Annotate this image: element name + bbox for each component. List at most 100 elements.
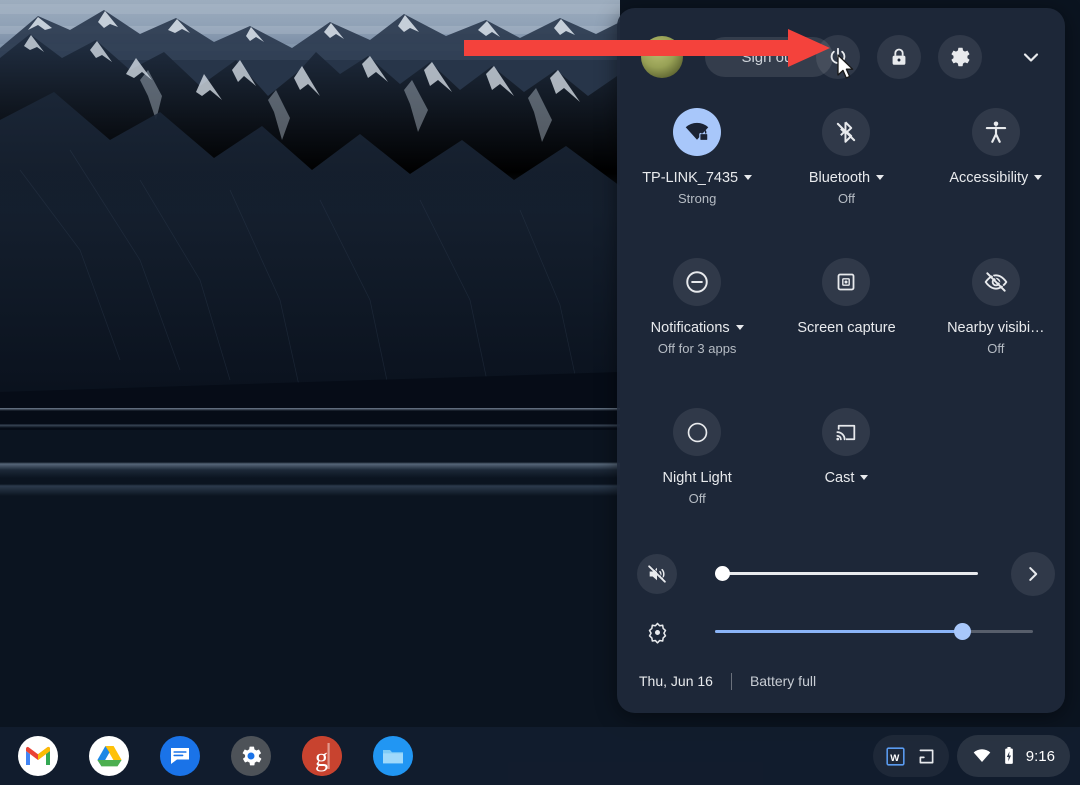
tile-label: TP-LINK_7435 — [642, 169, 753, 188]
battery-status-label[interactable]: Battery full — [750, 673, 816, 689]
tile-label: Screen capture — [797, 320, 896, 336]
wallpaper-mountains — [0, 0, 620, 430]
tile-sublabel: Strong — [678, 191, 717, 206]
sign-out-button[interactable]: Sign out — [705, 37, 833, 77]
google-drive-icon — [96, 746, 122, 767]
quick-settings-footer: Thu, Jun 16 Battery full — [617, 649, 1065, 713]
volume-slider-thumb[interactable] — [715, 566, 730, 581]
wifi-locked-icon — [685, 122, 709, 142]
shelf-app-gmail[interactable] — [18, 736, 58, 776]
tile-accessibility[interactable]: Accessibility — [927, 100, 1065, 250]
clock-label: 9:16 — [1025, 747, 1055, 765]
power-button[interactable] — [816, 35, 860, 79]
svg-text:g: g — [315, 743, 328, 772]
tile-screen-capture[interactable]: Screen capture — [777, 250, 915, 400]
word-document-icon: W — [886, 746, 905, 766]
moon-icon — [687, 422, 707, 442]
shelf-app-groovypost[interactable]: g — [302, 736, 342, 776]
gear-icon — [242, 746, 262, 766]
bluetooth-off-icon — [837, 121, 856, 143]
screen-capture-icon — [838, 273, 855, 291]
tile-label: Bluetooth — [809, 169, 885, 188]
brightness-slider-thumb[interactable] — [954, 623, 971, 640]
svg-text:W: W — [890, 752, 900, 763]
tile-nearby-visibility[interactable]: Nearby visibi… Off — [927, 250, 1065, 400]
screen-capture-tile-icon-bg — [822, 258, 871, 306]
brightness-slider-fill — [715, 630, 963, 633]
avatar[interactable] — [641, 36, 683, 78]
tray-window-buttons[interactable]: W — [873, 735, 949, 777]
shelf-app-google-drive[interactable] — [89, 736, 129, 776]
tile-label: Cast — [825, 469, 869, 488]
footer-divider — [730, 672, 732, 690]
bluetooth-tile-icon-bg — [822, 108, 871, 156]
tile-row: Night Light Off Cast — [617, 400, 1065, 550]
tile-sublabel: Off — [688, 491, 706, 506]
volume-muted-icon — [648, 564, 667, 583]
nearby-visibility-tile-icon-bg — [971, 258, 1020, 306]
volume-slider-track[interactable] — [718, 572, 978, 575]
power-icon — [830, 47, 846, 64]
shelf: g W 9:16 — [0, 727, 1080, 785]
volume-expand-button[interactable] — [1011, 552, 1055, 596]
tile-sublabel: Off — [987, 341, 1005, 356]
eye-off-icon — [984, 271, 1008, 292]
tile-bluetooth[interactable]: Bluetooth Off — [777, 100, 915, 250]
chevron-right-icon — [1029, 567, 1038, 581]
chevron-down-icon — [876, 175, 885, 180]
brightness-icon — [648, 622, 666, 644]
tile-label: Accessibility — [949, 169, 1043, 188]
tile-sublabel: Off — [837, 191, 856, 206]
chevron-down-icon — [1023, 53, 1039, 62]
date-label[interactable]: Thu, Jun 16 — [639, 673, 713, 689]
tile-empty — [927, 400, 1065, 550]
settings-button[interactable] — [938, 35, 982, 79]
tile-row: Notifications Off for 3 apps Screen capt… — [617, 250, 1065, 400]
chromeos-desktop: Sign out TP-LINK_7435 Strong Bluetooth O… — [0, 0, 1080, 785]
tile-label: Night Light — [662, 470, 732, 486]
shelf-app-settings[interactable] — [231, 736, 271, 776]
collapse-panel-button[interactable] — [1009, 35, 1053, 79]
shelf-app-files[interactable] — [373, 736, 413, 776]
tile-night-light[interactable]: Night Light Off — [628, 400, 766, 550]
quick-settings-tiles: TP-LINK_7435 Strong Bluetooth Off Access… — [617, 100, 1065, 550]
tile-row: TP-LINK_7435 Strong Bluetooth Off Access… — [617, 100, 1065, 250]
tile-label: Nearby visibi… — [947, 320, 1045, 336]
chevron-down-icon — [744, 175, 753, 180]
accessibility-icon — [985, 121, 1006, 143]
gmail-icon — [25, 746, 51, 765]
lock-icon — [892, 48, 906, 65]
quick-settings-sliders — [617, 548, 1065, 664]
chevron-down-icon — [735, 325, 744, 330]
quick-settings-panel: Sign out TP-LINK_7435 Strong Bluetooth O… — [617, 8, 1065, 713]
volume-mute-button[interactable] — [637, 554, 677, 594]
brightness-icon-button[interactable] — [637, 612, 677, 652]
groovypost-icon: g — [302, 736, 342, 776]
tile-sublabel: Off for 3 apps — [657, 341, 737, 356]
tile-notifications[interactable]: Notifications Off for 3 apps — [628, 250, 766, 400]
tile-label: Notifications — [651, 319, 744, 338]
notifications-tile-icon-bg — [673, 258, 722, 306]
network-tile-icon-bg — [673, 108, 722, 156]
night-light-tile-icon-bg — [673, 408, 722, 456]
chevron-down-icon — [860, 475, 869, 480]
cast-tile-icon-bg — [822, 408, 871, 456]
cast-icon — [836, 424, 856, 440]
system-status-tray[interactable]: 9:16 — [956, 735, 1070, 777]
shelf-app-google-chat[interactable] — [160, 736, 200, 776]
wallpaper-water — [0, 408, 620, 728]
accessibility-tile-icon-bg — [971, 108, 1020, 156]
folder-icon — [383, 750, 403, 764]
wifi-icon — [973, 749, 991, 762]
tile-network[interactable]: TP-LINK_7435 Strong — [628, 100, 766, 250]
chat-bubble-icon — [171, 748, 189, 764]
tote-icon — [919, 749, 934, 763]
battery-charging-icon — [1004, 747, 1013, 764]
volume-slider-row — [617, 548, 1065, 606]
tile-cast[interactable]: Cast — [777, 400, 915, 550]
quick-settings-header: Sign out — [617, 8, 1065, 92]
do-not-disturb-icon — [686, 271, 708, 293]
sign-out-label: Sign out — [741, 48, 797, 66]
lock-button[interactable] — [877, 35, 921, 79]
gear-icon — [951, 47, 970, 67]
